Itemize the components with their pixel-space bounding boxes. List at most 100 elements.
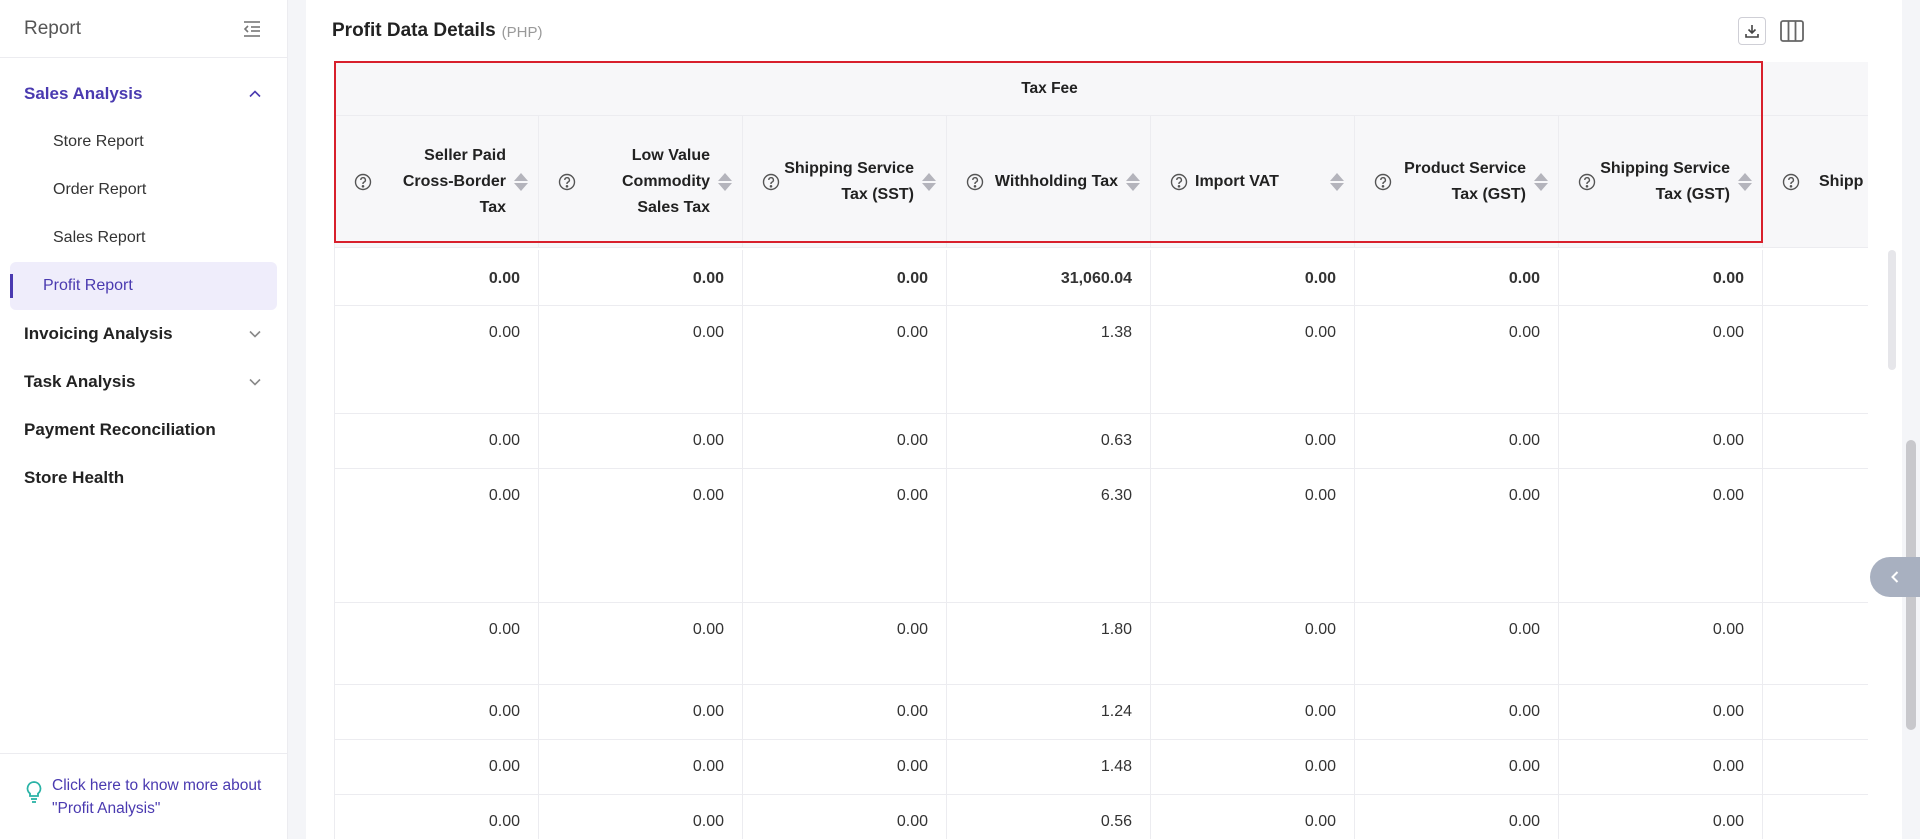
table-row: 0.00 0.00 0.00 0.63 0.00 0.00 0.00	[335, 414, 1868, 469]
help-circle-icon[interactable]	[353, 172, 373, 192]
chevron-up-icon	[247, 86, 263, 102]
page-title: Profit Data Details	[332, 20, 496, 41]
table-row: 0.00 0.00 0.00 1.38 0.00 0.00 0.00	[335, 306, 1868, 414]
table-cell: 0.00	[1355, 685, 1559, 739]
sidebar-item-store-health[interactable]: Store Health	[0, 454, 287, 502]
sort-icon[interactable]	[514, 171, 528, 193]
column-header[interactable]: Shipping Service Tax (SST)	[743, 116, 947, 248]
page-scrollbar-track[interactable]	[1902, 0, 1920, 839]
table-row: 0.00 0.00 0.00 1.24 0.00 0.00 0.00	[335, 685, 1868, 740]
table-row: 0.00 0.00 0.00 31,060.04 0.00 0.00 0.00	[335, 250, 1868, 306]
sidebar-item-order-report[interactable]: Order Report	[10, 166, 277, 214]
table-cell: 0.00	[1559, 795, 1763, 839]
table-cell: 0.00	[1151, 469, 1355, 602]
table-cell: 0.00	[335, 469, 539, 602]
table-cell: 0.00	[1355, 306, 1559, 413]
column-header-label: Product Service Tax (GST)	[1404, 160, 1526, 203]
chevron-down-icon	[247, 374, 263, 390]
profit-data-table: Tax Fee Seller Paid Cross-Border Tax Low…	[334, 62, 1868, 839]
table-cell: 0.00	[1559, 414, 1763, 468]
table-cell	[1763, 250, 1868, 305]
sort-icon[interactable]	[1534, 171, 1548, 193]
table-cell: 0.00	[539, 306, 743, 413]
sidebar-group-label: Invoicing Analysis	[24, 324, 173, 343]
sort-icon[interactable]	[1126, 171, 1140, 193]
table-cell: 0.00	[1355, 414, 1559, 468]
collapse-sidebar-icon[interactable]	[241, 18, 263, 40]
table-cell: 0.00	[335, 250, 539, 305]
table-cell: 0.00	[743, 795, 947, 839]
help-circle-icon[interactable]	[761, 172, 781, 192]
column-header[interactable]: Seller Paid Cross-Border Tax	[335, 116, 539, 248]
column-settings-button[interactable]	[1778, 17, 1806, 45]
sidebar-item-label: Store Health	[24, 468, 125, 487]
sort-icon[interactable]	[922, 171, 936, 193]
table-vertical-scrollbar[interactable]	[1888, 250, 1896, 370]
side-panel-toggle[interactable]	[1870, 557, 1920, 597]
help-circle-icon[interactable]	[1373, 172, 1393, 192]
table-cell: 0.00	[335, 795, 539, 839]
column-header-label: Shipp	[1819, 173, 1864, 190]
sort-icon[interactable]	[1738, 171, 1752, 193]
lightbulb-icon	[24, 780, 44, 804]
table-cell: 6.30	[947, 469, 1151, 602]
column-header[interactable]: Withholding Tax	[947, 116, 1151, 248]
sidebar-title: Report	[24, 17, 82, 39]
sort-icon[interactable]	[718, 171, 732, 193]
table-row: 0.00 0.00 0.00 0.56 0.00 0.00 0.00	[335, 795, 1868, 839]
sidebar-group-task-analysis[interactable]: Task Analysis	[0, 358, 287, 406]
table-cell: 0.00	[539, 469, 743, 602]
sort-icon[interactable]	[1330, 171, 1344, 193]
sidebar-item-store-report[interactable]: Store Report	[10, 118, 277, 166]
sidebar-group-invoicing-analysis[interactable]: Invoicing Analysis	[0, 310, 287, 358]
column-header[interactable]: Product Service Tax (GST)	[1355, 116, 1559, 248]
table-cell	[1763, 469, 1868, 602]
table-cell: 0.00	[335, 414, 539, 468]
table-cell: 0.00	[1151, 306, 1355, 413]
sidebar-item-sales-report[interactable]: Sales Report	[10, 214, 277, 262]
help-circle-icon[interactable]	[965, 172, 985, 192]
table-cell: 0.00	[743, 740, 947, 794]
table-body: 0.00 0.00 0.00 31,060.04 0.00 0.00 0.00 …	[335, 250, 1868, 839]
sidebar-footer: Click here to know more about "Profit An…	[0, 753, 287, 839]
table-cell: 1.48	[947, 740, 1151, 794]
help-circle-icon[interactable]	[1781, 172, 1801, 192]
table-cell: 0.00	[1151, 795, 1355, 839]
table-cell	[1763, 603, 1868, 684]
table-cell: 31,060.04	[947, 250, 1151, 305]
profit-analysis-help-link[interactable]: Click here to know more about "Profit An…	[52, 774, 263, 820]
table-cell: 0.00	[1559, 306, 1763, 413]
table-cell: 0.00	[539, 414, 743, 468]
sidebar-item-payment-reconciliation[interactable]: Payment Reconciliation	[0, 406, 287, 454]
table-cell: 0.00	[1151, 603, 1355, 684]
column-header[interactable]: Shipping Service Tax (GST)	[1559, 116, 1763, 248]
table-cell	[1763, 414, 1868, 468]
sidebar-group-label: Task Analysis	[24, 372, 136, 391]
column-header[interactable]: Shipp	[1763, 116, 1868, 248]
sidebar-group-sales-analysis[interactable]: Sales Analysis	[0, 70, 287, 118]
table-cell: 0.00	[743, 469, 947, 602]
table-row: 0.00 0.00 0.00 6.30 0.00 0.00 0.00	[335, 469, 1868, 603]
column-header[interactable]: Import VAT	[1151, 116, 1355, 248]
table-cell: 0.00	[539, 250, 743, 305]
sidebar-item-label: Payment Reconciliation	[24, 420, 216, 439]
table-row: 0.00 0.00 0.00 1.48 0.00 0.00 0.00	[335, 740, 1868, 795]
table-row: 0.00 0.00 0.00 1.80 0.00 0.00 0.00	[335, 603, 1868, 685]
sidebar-menu: Sales Analysis Store Report Order Report…	[0, 58, 287, 502]
table-cell: 0.00	[743, 306, 947, 413]
help-circle-icon[interactable]	[557, 172, 577, 192]
help-circle-icon[interactable]	[1577, 172, 1597, 192]
column-header[interactable]: Low Value Commodity Sales Tax	[539, 116, 743, 248]
table-cell	[1763, 740, 1868, 794]
table-cell: 0.00	[1355, 469, 1559, 602]
table-cell: 0.00	[1355, 603, 1559, 684]
table-cell	[1763, 306, 1868, 413]
download-button[interactable]	[1738, 17, 1766, 45]
chevron-left-icon	[1891, 571, 1899, 583]
table-cell: 0.00	[1355, 740, 1559, 794]
help-circle-icon[interactable]	[1169, 172, 1189, 192]
sidebar-item-profit-report[interactable]: Profit Report	[10, 262, 277, 310]
table-cell: 0.00	[1559, 469, 1763, 602]
table-cell: 0.00	[335, 603, 539, 684]
section-header: Profit Data Details (PHP)	[306, 0, 1902, 62]
